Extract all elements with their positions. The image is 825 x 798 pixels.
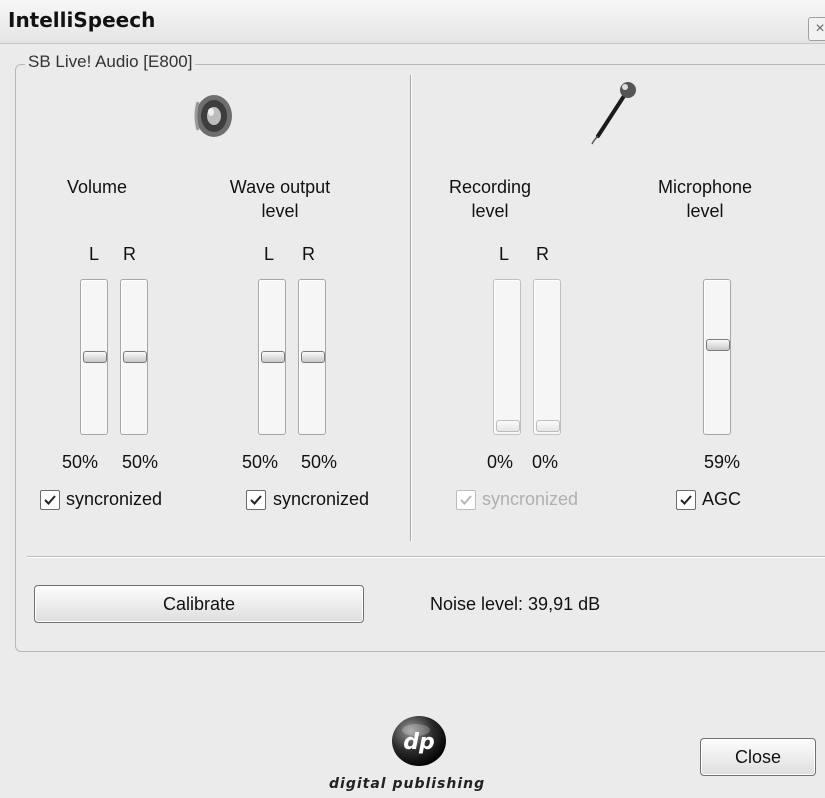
recording-right-percent: 0%: [532, 452, 559, 472]
calibrate-button[interactable]: Calibrate: [34, 585, 364, 623]
window-title: IntelliSpeech: [8, 8, 156, 32]
brand-text: digital publishing: [329, 776, 486, 792]
wave-sync-checkbox[interactable]: [246, 490, 266, 510]
wave-left-percent: 50%: [242, 452, 279, 472]
checkmark-icon: [680, 495, 692, 505]
wave-right-percent: 50%: [301, 452, 338, 472]
volume-right-label: R: [123, 244, 136, 264]
wave-right-slider[interactable]: [298, 279, 326, 435]
section-divider-vertical: [410, 75, 412, 541]
volume-right-slider[interactable]: [120, 279, 148, 435]
recording-right-label: R: [536, 244, 549, 264]
microphone-label-line1: Microphone: [657, 177, 753, 197]
wave-output-label-line2: level: [261, 201, 299, 221]
close-button[interactable]: Close: [700, 738, 816, 776]
volume-left-thumb[interactable]: [83, 351, 107, 363]
microphone-icon: [591, 82, 636, 145]
wave-sync-label: syncronized: [273, 489, 370, 509]
recording-label-line2: level: [471, 201, 509, 221]
title-bar: IntelliSpeech ×: [0, 0, 825, 44]
recording-right-thumb[interactable]: [536, 420, 560, 432]
wave-left-thumb[interactable]: [261, 351, 285, 363]
device-group-label: SB Live! Audio [E800]: [25, 52, 196, 72]
volume-right-percent: 50%: [122, 452, 159, 472]
checkmark-icon: [460, 495, 472, 505]
microphone-thumb[interactable]: [706, 339, 730, 351]
agc-checkbox[interactable]: [676, 490, 696, 510]
checkmark-icon: [44, 495, 56, 505]
recording-sync-checkbox[interactable]: [456, 490, 476, 510]
agc-label: AGC: [702, 489, 742, 509]
recording-left-percent: 0%: [487, 452, 514, 472]
volume-sync-label: syncronized: [66, 489, 163, 509]
microphone-slider[interactable]: [703, 279, 731, 435]
microphone-label-line2: level: [686, 201, 724, 221]
volume-sync-checkbox[interactable]: [40, 490, 60, 510]
microphone-percent: 59%: [704, 452, 741, 472]
recording-left-label: L: [499, 244, 510, 264]
recording-label-line1: Recording: [448, 177, 532, 197]
speaker-icon: [194, 95, 232, 137]
wave-right-thumb[interactable]: [301, 351, 325, 363]
window-close-button[interactable]: ×: [808, 17, 825, 41]
wave-output-label-line1: Wave output: [229, 177, 331, 197]
noise-level-text: Noise level: 39,91 dB: [430, 594, 601, 614]
volume-label: Volume: [66, 177, 128, 197]
recording-sync-label: syncronized: [482, 489, 579, 509]
dp-logo-text: dp: [403, 730, 435, 755]
volume-left-slider[interactable]: [80, 279, 108, 435]
recording-left-slider[interactable]: [493, 279, 521, 435]
volume-right-thumb[interactable]: [123, 351, 147, 363]
recording-right-slider[interactable]: [533, 279, 561, 435]
wave-right-label: R: [302, 244, 315, 264]
dp-logo: dp: [392, 716, 446, 766]
wave-left-label: L: [264, 244, 275, 264]
recording-left-thumb[interactable]: [496, 420, 520, 432]
wave-left-slider[interactable]: [258, 279, 286, 435]
section-divider-horizontal: [27, 556, 825, 558]
checkmark-icon: [250, 495, 262, 505]
volume-left-label: L: [89, 244, 100, 264]
volume-left-percent: 50%: [62, 452, 99, 472]
